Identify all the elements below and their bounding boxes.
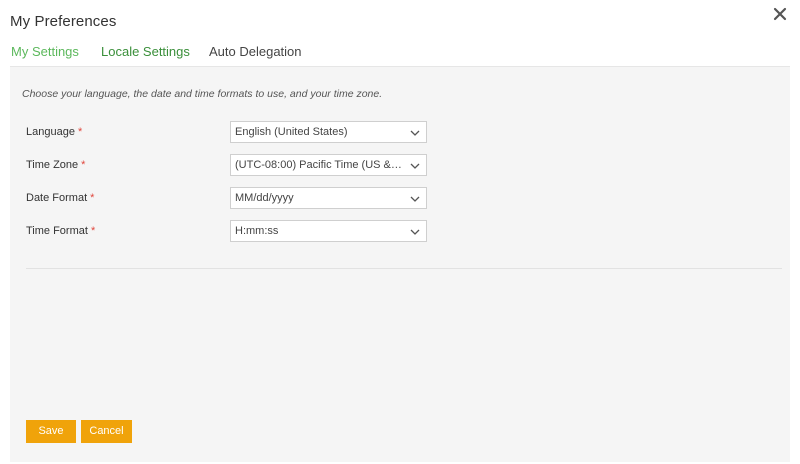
timezone-select[interactable]: (UTC-08:00) Pacific Time (US & Canada) [230,154,427,176]
language-label: Language * [26,126,83,138]
required-marker: * [81,159,86,171]
time-format-label: Time Format * [26,225,96,237]
time-format-select[interactable]: H:mm:ss [230,220,427,242]
date-format-value: MM/dd/yyyy [235,192,294,204]
section-divider [26,268,782,269]
date-format-select[interactable]: MM/dd/yyyy [230,187,427,209]
dialog-title: My Preferences [10,13,117,30]
tab-locale-settings[interactable]: Locale Settings [101,44,209,64]
language-select[interactable]: English (United States) [230,121,427,143]
preferences-dialog: My Preferences My Settings Locale Settin… [0,0,800,464]
intro-text: Choose your language, the date and time … [22,88,383,100]
close-icon[interactable] [770,4,790,24]
locale-settings-panel: Choose your language, the date and time … [10,66,790,462]
cancel-button[interactable]: Cancel [81,420,132,443]
time-format-value: H:mm:ss [235,225,279,237]
language-row: Language * English (United States) [26,121,436,145]
required-marker: * [77,126,83,138]
date-format-row: Date Format * MM/dd/yyyy [26,187,436,211]
timezone-value: (UTC-08:00) Pacific Time (US & Canada) [235,159,403,171]
required-marker: * [90,192,95,204]
chevron-down-icon [410,163,420,169]
chevron-down-icon [410,229,420,235]
timezone-label: Time Zone * [26,159,86,171]
timezone-row: Time Zone * (UTC-08:00) Pacific Time (US … [26,154,436,178]
chevron-down-icon [410,130,420,136]
save-button[interactable]: Save [26,420,76,443]
tab-auto-delegation[interactable]: Auto Delegation [209,44,302,64]
date-format-label: Date Format * [26,192,95,204]
tab-bar: My Settings Locale Settings Auto Delegat… [11,44,302,64]
chevron-down-icon [410,196,420,202]
language-value: English (United States) [235,126,348,138]
required-marker: * [90,225,96,237]
tab-my-settings[interactable]: My Settings [11,44,101,64]
time-format-row: Time Format * H:mm:ss [26,220,436,244]
